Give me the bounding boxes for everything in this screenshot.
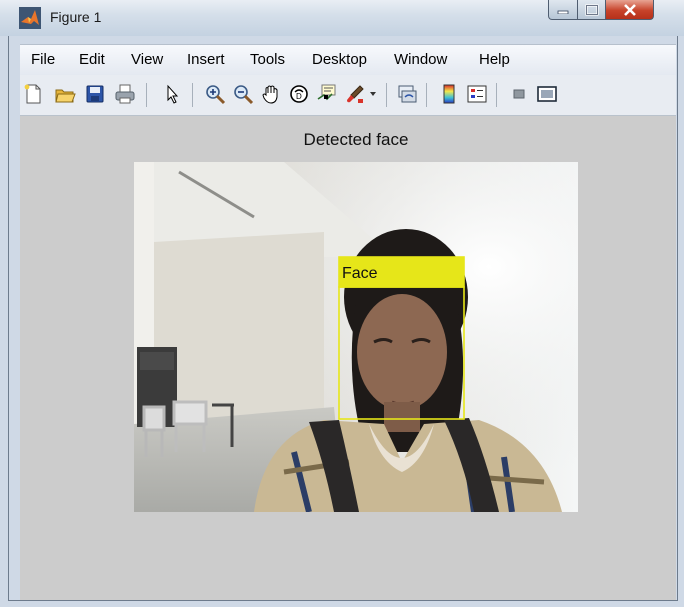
close-icon <box>623 3 636 16</box>
data-cursor-button[interactable] <box>314 81 340 107</box>
minimize-icon <box>557 10 569 14</box>
toolbar-separator <box>146 83 147 107</box>
toolbar-separator <box>426 83 427 107</box>
window-controls <box>548 0 654 22</box>
edit-plot-button[interactable] <box>160 81 186 107</box>
rotate-3d-icon: D <box>290 85 308 103</box>
data-cursor-icon <box>317 84 336 101</box>
webcam-image: Face <box>134 162 578 512</box>
pan-button[interactable] <box>258 81 284 107</box>
face-label-text: Face <box>342 265 378 282</box>
zoom-out-button[interactable] <box>230 81 256 107</box>
menu-help[interactable]: Help <box>479 51 510 68</box>
hide-plot-tools-button[interactable] <box>506 81 532 107</box>
menu-view[interactable]: View <box>131 51 163 68</box>
webcam-frame-illustration: Face <box>134 162 578 512</box>
svg-text:D: D <box>296 92 302 101</box>
zoom-in-button[interactable] <box>202 81 228 107</box>
zoom-in-icon <box>206 85 226 105</box>
figure-toolbar: D <box>20 75 676 116</box>
menu-bar: File Edit View Insert Tools Desktop Wind… <box>20 44 676 75</box>
print-button[interactable] <box>112 81 138 107</box>
insert-legend-icon <box>467 85 487 103</box>
show-plot-tools-button[interactable] <box>534 81 560 107</box>
insert-legend-button[interactable] <box>464 81 490 107</box>
maximize-button[interactable] <box>578 0 606 20</box>
toolbar-separator <box>192 83 193 107</box>
window-title: Figure 1 <box>50 9 102 25</box>
new-figure-button[interactable] <box>20 81 46 107</box>
show-plot-tools-icon <box>537 86 557 102</box>
hide-plot-tools-icon <box>513 89 525 99</box>
rotate-3d-button[interactable]: D <box>286 81 312 107</box>
figure-window: Figure 1 File Edit View Insert Tools Des… <box>0 0 684 607</box>
menu-tools[interactable]: Tools <box>250 51 285 68</box>
insert-colorbar-icon <box>443 84 455 104</box>
save-button[interactable] <box>82 81 108 107</box>
minimize-button[interactable] <box>548 0 578 20</box>
menu-window[interactable]: Window <box>394 51 447 68</box>
toolbar-separator <box>496 83 497 107</box>
menu-desktop[interactable]: Desktop <box>312 51 367 68</box>
brush-icon <box>347 85 364 103</box>
chevron-down-icon <box>370 92 376 96</box>
link-plot-icon <box>398 85 417 103</box>
link-plot-button[interactable] <box>394 81 420 107</box>
save-icon <box>86 85 104 103</box>
matlab-logo-icon <box>19 7 41 29</box>
title-bar[interactable]: Figure 1 <box>0 0 684 36</box>
open-file-button[interactable] <box>52 81 78 107</box>
brush-button[interactable] <box>342 81 368 107</box>
new-figure-icon <box>24 84 41 104</box>
menu-insert[interactable]: Insert <box>187 51 225 68</box>
maximize-icon <box>584 3 599 16</box>
edit-plot-arrow-icon <box>167 84 179 104</box>
zoom-out-icon <box>234 85 254 105</box>
toolbar-separator <box>386 83 387 107</box>
menu-edit[interactable]: Edit <box>79 51 105 68</box>
insert-colorbar-button[interactable] <box>436 81 462 107</box>
axes-title: Detected face <box>303 130 409 149</box>
open-file-icon <box>55 89 76 103</box>
pan-hand-icon <box>262 85 278 104</box>
print-icon <box>115 84 135 104</box>
menu-file[interactable]: File <box>31 51 55 68</box>
brush-dropdown[interactable] <box>366 81 380 107</box>
close-button[interactable] <box>606 0 654 20</box>
